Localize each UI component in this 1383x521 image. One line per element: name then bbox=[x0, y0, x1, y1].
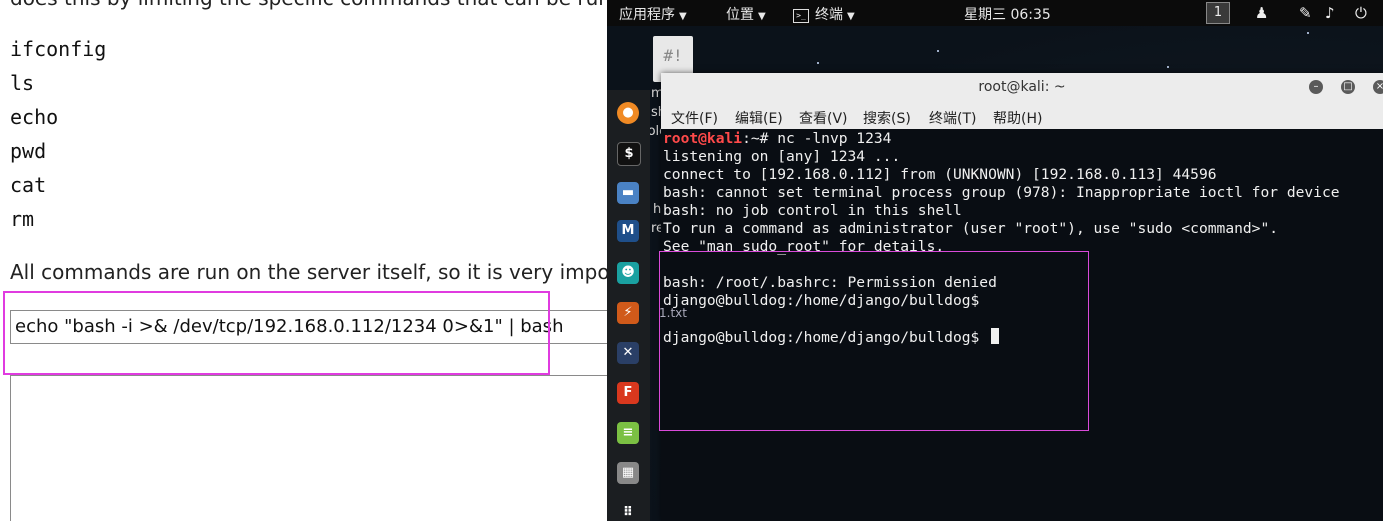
highlight-box bbox=[659, 251, 1089, 431]
server-note: All commands are run on the server itsel… bbox=[10, 260, 607, 284]
leafpad-icon[interactable]: ≡ bbox=[617, 422, 639, 444]
power-icon[interactable]: ⏻ bbox=[1355, 4, 1367, 22]
menu-edit[interactable]: 编辑(E) bbox=[735, 108, 783, 128]
faraday-icon[interactable]: F bbox=[617, 382, 639, 404]
menu-search[interactable]: 搜索(S) bbox=[863, 108, 911, 128]
folder-icon[interactable]: ▬ bbox=[617, 182, 639, 204]
output-line: bash: cannot set terminal process group … bbox=[663, 184, 1340, 201]
star bbox=[1167, 66, 1169, 68]
close-icon[interactable]: × bbox=[1373, 80, 1383, 94]
output-line: bash: no job control in this shell bbox=[663, 202, 962, 219]
command-output-box bbox=[10, 375, 607, 521]
clock[interactable]: 星期三 06:35 bbox=[964, 4, 1051, 24]
star bbox=[1307, 32, 1309, 34]
caret-down-icon: ▼ bbox=[847, 11, 855, 22]
prompt-user: root@kali bbox=[663, 130, 743, 147]
output-line: connect to [192.168.0.112] from (UNKNOWN… bbox=[663, 166, 1217, 183]
webpage: does this by limiting the specific comma… bbox=[0, 0, 607, 521]
maximize-icon[interactable]: □ bbox=[1341, 80, 1355, 94]
output-line: listening on [any] 1234 ... bbox=[663, 148, 901, 165]
places-menu[interactable]: 位置 ▼ bbox=[726, 4, 766, 24]
menu-terminal[interactable]: 终端(T) bbox=[929, 108, 976, 128]
menu-view[interactable]: 查看(V) bbox=[799, 108, 848, 128]
command-item: cat bbox=[10, 173, 47, 197]
app-dock: ● $ ▬ M ☻ ⚡ ✕ F ≡ ▦ ⠿ bbox=[607, 90, 650, 521]
caret-down-icon: ▼ bbox=[679, 11, 687, 22]
terminal-menubar: 文件(F) 编辑(E) 查看(V) 搜索(S) 终端(T) 帮助(H) bbox=[661, 103, 1383, 129]
caret-down-icon: ▼ bbox=[758, 11, 766, 22]
command-item: ls bbox=[10, 71, 35, 95]
command-item: rm bbox=[10, 207, 35, 231]
maltego-icon[interactable]: ✕ bbox=[617, 342, 639, 364]
minimize-icon[interactable]: – bbox=[1309, 80, 1323, 94]
command-item: echo bbox=[10, 105, 59, 129]
menu-file[interactable]: 文件(F) bbox=[671, 108, 718, 128]
burpsuite-icon[interactable]: ⚡ bbox=[617, 302, 639, 324]
command-item: pwd bbox=[10, 139, 47, 163]
volume-icon[interactable]: ♪ bbox=[1325, 4, 1335, 22]
terminal-icon: >_ bbox=[793, 9, 809, 23]
page-intro-text: does this by limiting the specific comma… bbox=[10, 0, 607, 10]
people-icon[interactable]: ♟ bbox=[1255, 4, 1268, 22]
terminal-icon[interactable]: $ bbox=[617, 142, 641, 166]
highlight-box bbox=[3, 291, 550, 375]
allowed-commands-list: ifconfig ls echo pwd cat rm bbox=[10, 34, 106, 238]
window-title: root@kali: ~ bbox=[978, 79, 1066, 95]
prompt-command: :~# nc -lnvp 1234 bbox=[742, 130, 892, 147]
terminal-titlebar[interactable]: root@kali: ~ – □ × bbox=[661, 73, 1383, 103]
desktop-label: h bbox=[653, 202, 662, 217]
show-apps-icon[interactable]: ⠿ bbox=[617, 502, 639, 521]
star bbox=[937, 50, 939, 52]
command-item: ifconfig bbox=[10, 37, 107, 61]
terminal-app-menu[interactable]: >_ 终端 ▼ bbox=[793, 4, 855, 24]
applications-menu[interactable]: 应用程序 ▼ bbox=[619, 4, 687, 24]
star bbox=[817, 62, 819, 64]
top-panel: 应用程序 ▼ 位置 ▼ >_ 终端 ▼ 星期三 06:35 1 ♟ ✎ ♪ ⏻ bbox=[607, 0, 1383, 26]
pen-icon[interactable]: ✎ bbox=[1299, 4, 1312, 22]
kali-desktop: 应用程序 ▼ 位置 ▼ >_ 终端 ▼ 星期三 06:35 1 ♟ ✎ ♪ ⏻ #! m… bbox=[607, 0, 1383, 521]
metasploit-icon[interactable]: M bbox=[617, 220, 639, 242]
armitage-icon[interactable]: ☻ bbox=[617, 262, 639, 284]
workspace-indicator[interactable]: 1 bbox=[1206, 2, 1230, 24]
firefox-icon[interactable]: ● bbox=[617, 102, 639, 124]
output-line: To run a command as administrator (user … bbox=[663, 220, 1279, 237]
menu-help[interactable]: 帮助(H) bbox=[993, 108, 1042, 128]
screenshot-icon[interactable]: ▦ bbox=[617, 462, 639, 484]
